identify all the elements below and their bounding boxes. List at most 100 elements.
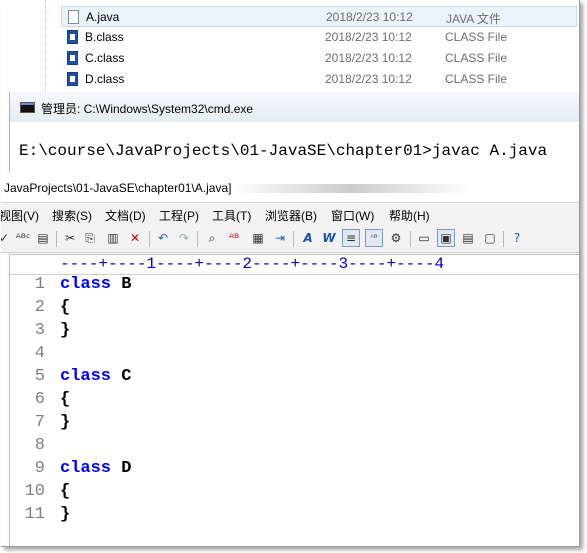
keyword: class	[60, 275, 112, 294]
word-wrap-icon[interactable]: W	[320, 229, 338, 247]
line-number: 9	[34, 459, 45, 478]
code-line: }	[60, 321, 70, 340]
undo-icon[interactable]: ↶	[154, 229, 172, 247]
line-number-icon[interactable]: ≡	[342, 229, 360, 247]
cmd-title: 管理员: C:\Windows\System32\cmd.exe	[41, 102, 254, 116]
keyword: class	[60, 459, 112, 478]
paste-icon[interactable]: ▥	[104, 229, 122, 247]
ruler-icon[interactable]: ᴬᴮ	[365, 229, 383, 247]
editor-title-bar[interactable]: JavaProjects\01-JavaSE\chapter01\A.java]	[1, 176, 579, 203]
code-text: }	[60, 413, 71, 432]
line-number: 10	[24, 482, 45, 501]
file-date: 2018/2/23 10:12	[325, 30, 412, 44]
window-icon[interactable]: ▭	[415, 229, 433, 247]
file-name: A.java	[86, 10, 120, 24]
cliptext-icon[interactable]: ▢	[481, 229, 499, 247]
goto-line-icon[interactable]: ⇥	[271, 229, 289, 247]
line-number: 4	[34, 344, 45, 363]
redo-icon[interactable]: ↷	[175, 229, 193, 247]
line-number: 2	[34, 298, 45, 317]
code-text: C	[111, 367, 132, 386]
keyword: class	[60, 367, 112, 386]
file-name: D.class	[85, 72, 125, 86]
menu-search[interactable]: 搜索(S)	[52, 207, 92, 224]
screenshot-frame: A.java 2018/2/23 10:12 JAVA 文件 B.class 2…	[1, 0, 580, 547]
file-list: A.java 2018/2/23 10:12 JAVA 文件 B.class 2…	[1, 0, 579, 92]
file-type: CLASS File	[445, 51, 508, 65]
delete-icon[interactable]: ✕	[126, 229, 144, 247]
file-row-c-class[interactable]: C.class 2018/2/23 10:12 CLASS File	[61, 48, 577, 69]
file-row-d-class[interactable]: D.class 2018/2/23 10:12 CLASS File	[61, 69, 577, 90]
code-text: {	[60, 298, 71, 317]
code-text: }	[60, 321, 71, 340]
directory-window-icon[interactable]: ▣	[437, 229, 455, 247]
code-text: D	[111, 459, 132, 478]
document-icon[interactable]: ▤	[34, 229, 52, 247]
ruler-scale: ----+----1----+----2----+----3----+----4	[60, 255, 445, 273]
code-text: B	[111, 275, 132, 294]
code-line: }	[60, 413, 70, 432]
cmd-title-bar[interactable]: 管理员: C:\Windows\System32\cmd.exe	[10, 92, 579, 122]
java-file-icon	[68, 10, 79, 24]
help-icon[interactable]: ?	[508, 229, 526, 247]
code-text: {	[60, 390, 71, 409]
toolbar: ✓ ᴬᴮᶜ ▤ ✂ ⎘ ▥ ✕ ↶ ↷ ⌕ ᴬᴮ ▦ ⇥ A W ≡ ᴬᴮ ⚙ …	[1, 225, 579, 253]
line-number: 1	[34, 275, 45, 294]
toolbar-separator	[149, 231, 150, 247]
toolbar-separator	[197, 231, 198, 247]
code-text: }	[60, 505, 71, 524]
menu-document[interactable]: 文档(D)	[105, 207, 146, 224]
code-text: {	[60, 482, 71, 501]
code-line: }	[60, 505, 70, 524]
menu-project[interactable]: 工程(P)	[159, 207, 199, 224]
settings-icon[interactable]: ⚙	[387, 229, 405, 247]
file-row-b-class[interactable]: B.class 2018/2/23 10:12 CLASS File	[61, 27, 577, 48]
spellcheck-abc-icon[interactable]: ᴬᴮᶜ	[14, 229, 32, 247]
line-number: 5	[34, 367, 45, 386]
cmd-window: 管理员: C:\Windows\System32\cmd.exe E:\cour…	[9, 92, 579, 172]
menu-tools[interactable]: 工具(T)	[212, 207, 251, 224]
toolbar-separator	[56, 231, 57, 247]
editor-title: JavaProjects\01-JavaSE\chapter01\A.java]	[4, 181, 232, 195]
find-in-files-icon[interactable]: ▦	[249, 229, 267, 247]
class-file-icon	[67, 72, 78, 86]
code-line: {	[60, 482, 70, 501]
line-number: 8	[34, 436, 45, 455]
ruler: ----+----1----+----2----+----3----+----4	[9, 254, 579, 275]
replace-icon[interactable]: ᴬᴮ	[225, 229, 243, 247]
file-type: CLASS File	[445, 72, 508, 86]
menu-view[interactable]: 视图(V)	[1, 207, 39, 224]
line-number: 3	[34, 321, 45, 340]
cmd-console[interactable]: E:\course\JavaProjects\01-JavaSE\chapter…	[10, 122, 579, 172]
line-number: 7	[34, 413, 45, 432]
menu-window[interactable]: 窗口(W)	[331, 207, 374, 224]
cmd-icon	[20, 102, 35, 113]
copy-icon[interactable]: ⎘	[81, 229, 99, 247]
spellcheck-icon[interactable]: ✓	[1, 229, 13, 247]
editor-window: JavaProjects\01-JavaSE\chapter01\A.java]…	[1, 176, 579, 546]
toolbar-separator	[410, 231, 411, 247]
font-icon[interactable]: A	[299, 229, 317, 247]
cmd-command-line: E:\course\JavaProjects\01-JavaSE\chapter…	[19, 142, 548, 160]
file-row-a-java[interactable]: A.java 2018/2/23 10:12 JAVA 文件	[61, 6, 577, 27]
file-name: C.class	[85, 51, 125, 65]
code-line: {	[60, 390, 70, 409]
menu-help[interactable]: 帮助(H)	[389, 207, 430, 224]
class-file-icon	[67, 51, 78, 65]
line-number: 6	[34, 390, 45, 409]
cut-icon[interactable]: ✂	[61, 229, 79, 247]
file-type: JAVA 文件	[446, 12, 501, 26]
code-line: {	[60, 298, 70, 317]
file-date: 2018/2/23 10:12	[326, 10, 413, 24]
code-line: class C	[60, 367, 131, 386]
code-line: class D	[60, 459, 131, 478]
output-window-icon[interactable]: ▤	[459, 229, 477, 247]
blurred-title-area	[231, 184, 471, 193]
menu-browser[interactable]: 浏览器(B)	[265, 207, 317, 224]
file-name: B.class	[85, 30, 124, 44]
find-icon[interactable]: ⌕	[203, 229, 221, 247]
menu-bar: 视图(V) 搜索(S) 文档(D) 工程(P) 工具(T) 浏览器(B) 窗口(…	[1, 203, 579, 225]
class-file-icon	[67, 30, 78, 44]
code-area[interactable]: 1 class B 2 { 3 } 4 5 class C 6 { 7 } 8 …	[9, 275, 579, 545]
line-number: 11	[24, 505, 45, 524]
